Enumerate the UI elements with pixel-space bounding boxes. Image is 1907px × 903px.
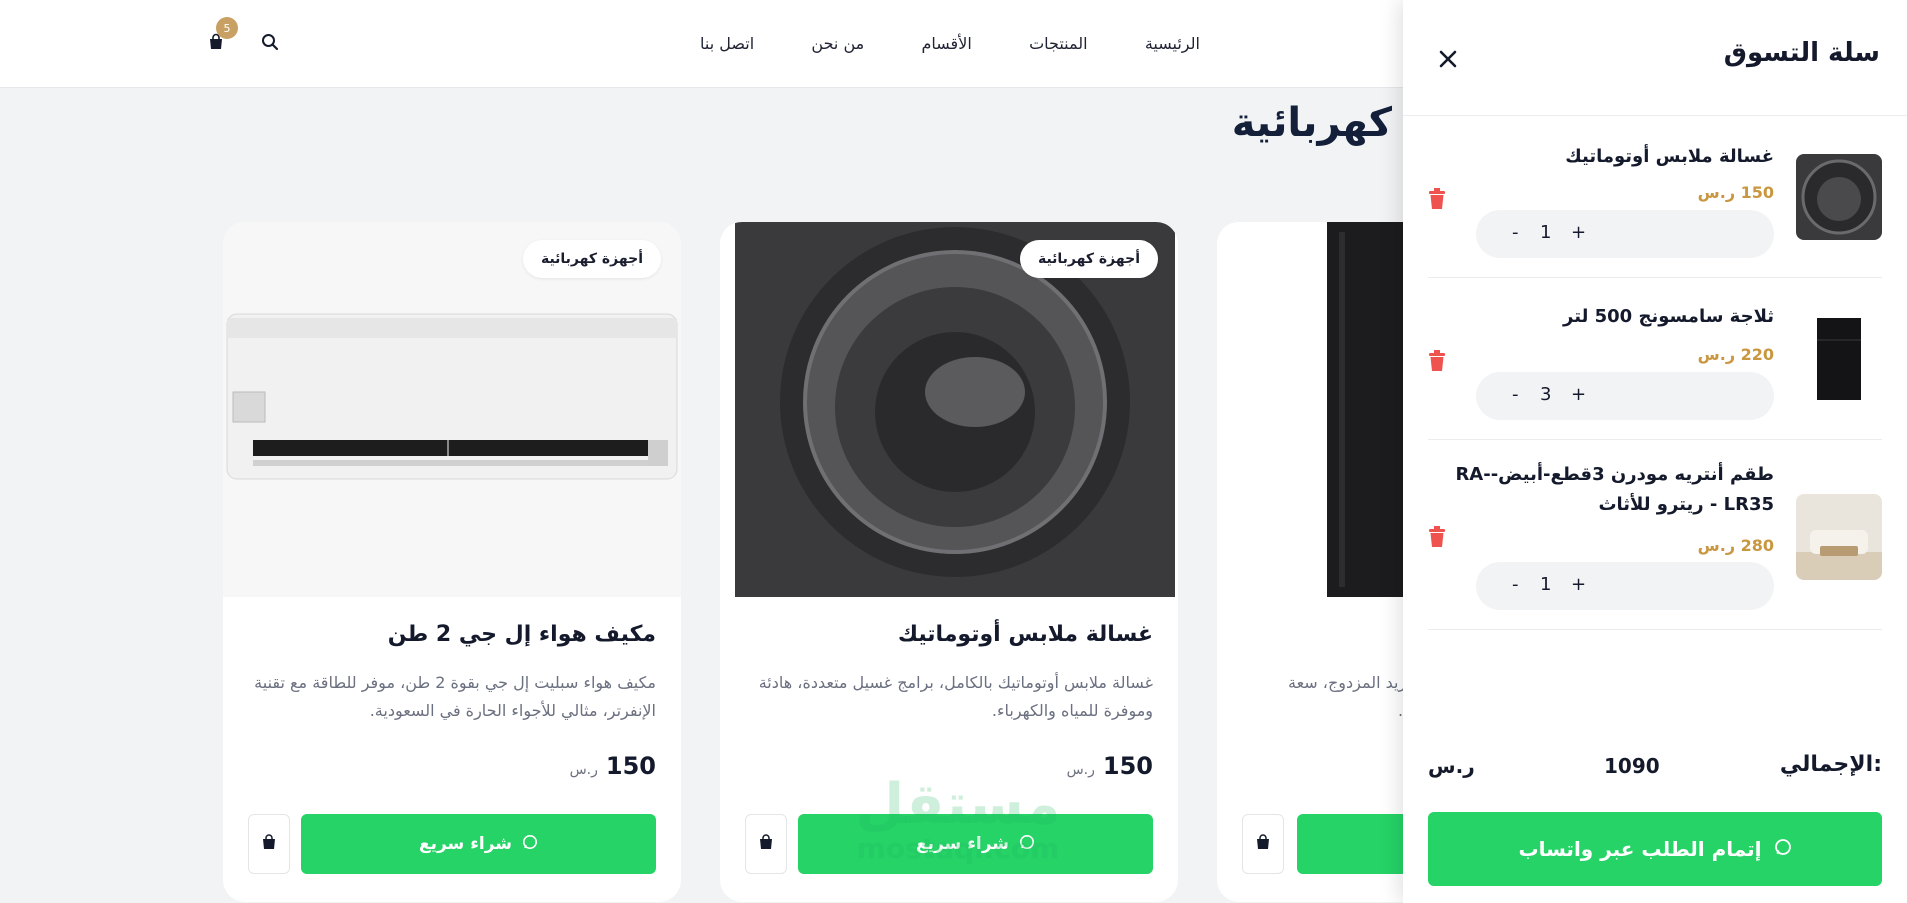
- watermark: مستقل mostaql.com: [838, 775, 1078, 863]
- bag-icon: [1255, 834, 1271, 854]
- price-value: 150: [1102, 752, 1153, 780]
- nav-contact[interactable]: اتصل بنا: [700, 34, 754, 53]
- quantity-value: 3: [1540, 384, 1552, 405]
- cart-item-name: ثلاجة سامسونج 500 لتر: [1563, 306, 1774, 327]
- cart-item: ثلاجة سامسونج 500 لتر 220 ر.س - 3 +: [1428, 278, 1882, 440]
- category-badge: أجهزة كهربائية: [1019, 240, 1158, 278]
- product-price: ر.س 150: [570, 752, 656, 780]
- product-description: مكيف هواء سبليت إل جي بقوة 2 طن، موفر لل…: [254, 673, 656, 720]
- cart-drawer: سلة التسوق غسالة ملابس أوتوماتيك 150 ر.س…: [1403, 0, 1907, 903]
- add-to-cart-button[interactable]: [1242, 814, 1284, 874]
- cart-item-image: [1796, 154, 1882, 240]
- watermark-arabic: مستقل: [855, 772, 1061, 837]
- watermark-latin: mostaql.com: [856, 832, 1060, 865]
- checkout-label: إتمام الطلب عبر واتساب: [1518, 837, 1762, 861]
- decrement-button[interactable]: -: [1512, 222, 1519, 243]
- trash-icon[interactable]: [1428, 526, 1448, 548]
- quantity-value: 1: [1540, 574, 1552, 595]
- cart-item-image: [1796, 494, 1882, 580]
- cart-count-badge: 5: [216, 17, 238, 39]
- cart-item-name: طقم أنتريه مودرن 3قطع-أبيض-RA-LR35 - ريت…: [1455, 464, 1774, 515]
- cart-item: طقم أنتريه مودرن 3قطع-أبيض-RA-LR35 - ريت…: [1428, 440, 1882, 630]
- quick-buy-label: شراء سريع: [418, 834, 513, 854]
- cart-drawer-header: سلة التسوق: [1403, 0, 1907, 116]
- quantity-stepper: - 1 +: [1476, 562, 1774, 610]
- search-icon[interactable]: [258, 30, 282, 54]
- quick-buy-button[interactable]: شراء سريع: [301, 814, 656, 874]
- section-title: كهربائية: [1231, 100, 1392, 146]
- main-nav: الرئيسية المنتجات الأقسام من نحن اتصل بن…: [700, 28, 1200, 58]
- increment-button[interactable]: +: [1571, 384, 1586, 405]
- add-to-cart-button[interactable]: [745, 814, 787, 874]
- price-currency: ر.س: [569, 762, 598, 778]
- product-title[interactable]: مكيف هواء إل جي 2 طن: [388, 622, 656, 647]
- cart-item: غسالة ملابس أوتوماتيك 150 ر.س - 1 +: [1428, 136, 1882, 278]
- price-value: 150: [605, 752, 656, 780]
- cart-item-price: 150 ر.س: [1697, 183, 1774, 202]
- product-price: ر.س 150: [1067, 752, 1153, 780]
- cart-item-price: 220 ر.س: [1697, 345, 1774, 364]
- product-description: غسالة ملابس أوتوماتيك بالكامل، برامج غسي…: [758, 673, 1153, 720]
- product-image[interactable]: [223, 222, 681, 597]
- cart-title: سلة التسوق: [1723, 38, 1880, 68]
- nav-home[interactable]: الرئيسية: [1145, 34, 1200, 53]
- quantity-stepper: - 3 +: [1476, 372, 1774, 420]
- cart-total: الإجمالي: 1090 ر.س: [1428, 748, 1882, 788]
- bag-icon: [758, 834, 774, 854]
- add-to-cart-button[interactable]: [248, 814, 290, 874]
- total-label: الإجمالي:: [1779, 752, 1882, 777]
- cart-item-price: 280 ر.س: [1697, 536, 1774, 555]
- whatsapp-icon: [1774, 837, 1792, 861]
- product-image[interactable]: [720, 222, 1178, 597]
- increment-button[interactable]: +: [1571, 574, 1586, 595]
- whatsapp-checkout-button[interactable]: إتمام الطلب عبر واتساب: [1428, 812, 1882, 886]
- quantity-value: 1: [1540, 222, 1552, 243]
- trash-icon[interactable]: [1428, 350, 1448, 372]
- decrement-button[interactable]: -: [1512, 384, 1519, 405]
- category-badge: أجهزة كهربائية: [522, 240, 661, 278]
- close-icon[interactable]: [1433, 44, 1463, 74]
- product-card: أجهزة كهربائية مكيف هواء إل جي 2 طن مكيف…: [223, 222, 681, 902]
- total-value: 1090: [1604, 754, 1660, 778]
- increment-button[interactable]: +: [1571, 222, 1586, 243]
- total-currency: ر.س: [1428, 754, 1475, 778]
- nav-products[interactable]: المنتجات: [1029, 34, 1088, 53]
- product-title[interactable]: غسالة ملابس أوتوماتيك: [898, 622, 1153, 647]
- nav-about[interactable]: من نحن: [811, 34, 864, 53]
- cart-item-image: [1796, 316, 1882, 402]
- bag-icon: [261, 834, 277, 854]
- decrement-button[interactable]: -: [1512, 574, 1519, 595]
- nav-categories[interactable]: الأقسام: [922, 34, 972, 53]
- whatsapp-icon: [522, 834, 538, 855]
- cart-item-name: غسالة ملابس أوتوماتيك: [1565, 146, 1774, 167]
- trash-icon[interactable]: [1428, 188, 1448, 210]
- quantity-stepper: - 1 +: [1476, 210, 1774, 258]
